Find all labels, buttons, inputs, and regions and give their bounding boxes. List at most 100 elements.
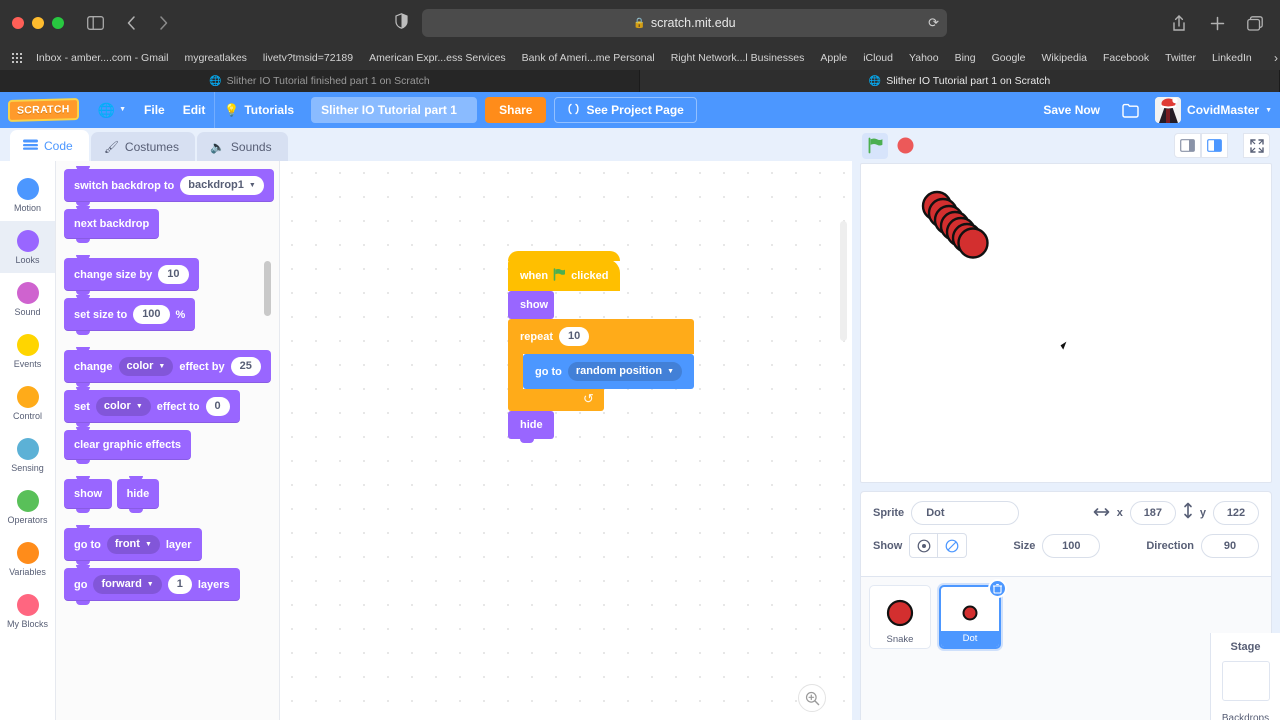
language-selector[interactable]: 🌐 ▼	[89, 92, 135, 128]
browser-tab-active[interactable]: 🌐 Slither IO Tutorial part 1 on Scratch	[640, 70, 1280, 92]
category-sound[interactable]: Sound	[0, 273, 55, 325]
bookmark-item[interactable]: Inbox - amber....com - Gmail	[28, 46, 176, 70]
palette-block-go-to-layer[interactable]: go to front ▼ layer	[64, 525, 202, 565]
sprite-visible-button[interactable]	[909, 533, 939, 558]
tab-sounds[interactable]: 🔈 Sounds	[196, 132, 288, 161]
category-sensing[interactable]: Sensing	[0, 429, 55, 481]
script-stack[interactable]: when clicked show repeat 10 go to random…	[508, 251, 694, 443]
bookmark-item[interactable]: LinkedIn	[1204, 46, 1260, 70]
bookmark-item[interactable]: Facebook	[1095, 46, 1157, 70]
bookmark-item[interactable]: Twitter	[1157, 46, 1204, 70]
block-go-to-random-position[interactable]: go to random position ▼	[523, 354, 694, 389]
address-bar[interactable]: 🔒 scratch.mit.edu ⟳	[422, 9, 947, 37]
back-button[interactable]	[118, 10, 144, 36]
palette-block-go-layers[interactable]: go forward ▼ 1 layers	[64, 565, 240, 605]
close-window-button[interactable]	[12, 17, 24, 29]
bookmark-item[interactable]: livetv?tmsid=72189	[255, 46, 361, 70]
folder-icon[interactable]	[1112, 92, 1149, 128]
direction-input[interactable]: 90	[1201, 533, 1260, 558]
snake-sprite[interactable]	[861, 164, 1272, 483]
menu-edit[interactable]: Edit	[174, 92, 215, 128]
forward-button[interactable]	[150, 10, 176, 36]
zoom-in-icon[interactable]	[798, 684, 826, 712]
bookmark-item[interactable]: Bank of Ameri...me Personal	[514, 46, 663, 70]
palette-scrollbar[interactable]	[264, 261, 271, 316]
bookmark-item[interactable]: iCloud	[855, 46, 901, 70]
bookmark-item[interactable]: Bing	[947, 46, 984, 70]
sprite-card-snake[interactable]: Snake	[869, 585, 931, 649]
sidebar-toggle-icon[interactable]	[82, 10, 108, 36]
palette-block-next-backdrop[interactable]: next backdrop	[64, 206, 160, 243]
stop-button[interactable]	[897, 137, 914, 154]
change-size-value[interactable]: 10	[158, 265, 189, 284]
bookmarks-grid-icon[interactable]	[6, 53, 28, 63]
sprite-name-input[interactable]: Dot	[911, 501, 1020, 525]
palette-block-set-size[interactable]: set size to 100 %	[64, 295, 196, 335]
small-stage-button[interactable]	[1174, 133, 1201, 158]
block-palette[interactable]: switch backdrop to backdrop1 ▼ next back…	[56, 161, 280, 720]
category-looks[interactable]: Looks	[0, 221, 55, 273]
palette-block-change-effect[interactable]: change color ▼ effect by 25	[64, 347, 271, 387]
bookmark-item[interactable]: Yahoo	[901, 46, 947, 70]
effect-dropdown[interactable]: color ▼	[95, 397, 151, 416]
goto-target-dropdown[interactable]: random position ▼	[567, 362, 682, 381]
repeat-value[interactable]: 10	[559, 327, 590, 346]
block-repeat-header[interactable]: repeat 10	[508, 319, 694, 354]
script-canvas[interactable]: when clicked show repeat 10 go to random…	[280, 161, 852, 720]
category-motion[interactable]: Motion	[0, 169, 55, 221]
layer-dropdown[interactable]: front ▼	[106, 535, 160, 554]
large-stage-button[interactable]	[1201, 133, 1228, 158]
bookmarks-overflow-icon[interactable]: ›	[1274, 51, 1278, 65]
nav-arrows[interactable]	[118, 10, 176, 36]
tab-costumes[interactable]: 🖌 Costumes	[90, 132, 195, 161]
change-effect-value[interactable]: 25	[230, 357, 261, 376]
palette-block-show[interactable]: show	[64, 476, 113, 513]
menu-file[interactable]: File	[135, 92, 174, 128]
palette-block-switch-backdrop[interactable]: switch backdrop to backdrop1 ▼	[64, 166, 274, 206]
set-effect-value[interactable]: 0	[205, 397, 230, 416]
size-input[interactable]: 100	[1042, 533, 1101, 558]
bookmark-item[interactable]: Right Network...l Businesses	[663, 46, 813, 70]
direction-dropdown[interactable]: forward ▼	[93, 575, 162, 594]
sprite-hidden-button[interactable]	[938, 533, 968, 558]
window-traffic-lights[interactable]	[12, 17, 64, 29]
account-menu[interactable]: CovidMaster ▼	[1149, 97, 1272, 123]
new-tab-icon[interactable]	[1204, 10, 1230, 36]
bookmark-item[interactable]: mygreatlakes	[176, 46, 254, 70]
trash-icon[interactable]	[988, 579, 1007, 598]
save-now-button[interactable]: Save Now	[1031, 92, 1112, 128]
category-events[interactable]: Events	[0, 325, 55, 377]
project-title-input[interactable]	[311, 97, 478, 123]
palette-block-change-size[interactable]: change size by 10	[64, 255, 199, 295]
browser-tab[interactable]: 🌐 Slither IO Tutorial finished part 1 on…	[0, 70, 640, 92]
stage-backdrop-thumbnail[interactable]	[1221, 661, 1270, 701]
stage-canvas[interactable]	[860, 163, 1272, 483]
block-hide[interactable]: hide	[508, 411, 554, 443]
bookmark-item[interactable]: Wikipedia	[1033, 46, 1095, 70]
y-input[interactable]: 122	[1213, 501, 1259, 525]
see-project-page-button[interactable]: See Project Page	[554, 97, 697, 123]
fullscreen-button[interactable]	[1243, 133, 1270, 158]
green-flag-button[interactable]	[862, 132, 888, 159]
set-size-value[interactable]: 100	[133, 305, 170, 324]
effect-dropdown[interactable]: color ▼	[118, 357, 174, 376]
block-show[interactable]: show	[508, 291, 554, 323]
maximize-window-button[interactable]	[52, 17, 64, 29]
palette-block-clear-effects[interactable]: clear graphic effects	[64, 427, 191, 464]
sprite-card-dot[interactable]: Dot	[939, 579, 1007, 649]
category-my-blocks[interactable]: My Blocks	[0, 585, 55, 637]
palette-block-set-effect[interactable]: set color ▼ effect to 0	[64, 387, 240, 427]
bookmark-item[interactable]: Apple	[812, 46, 855, 70]
tab-overview-icon[interactable]	[1242, 10, 1268, 36]
minimize-window-button[interactable]	[32, 17, 44, 29]
palette-block-hide[interactable]: hide	[116, 476, 160, 513]
backdrop-dropdown[interactable]: backdrop1 ▼	[180, 176, 264, 195]
canvas-vertical-scrollbar[interactable]	[840, 221, 847, 341]
reload-icon[interactable]: ⟳	[928, 15, 939, 31]
category-variables[interactable]: Variables	[0, 533, 55, 585]
x-input[interactable]: 187	[1129, 501, 1176, 525]
menu-tutorials[interactable]: 💡 Tutorials	[215, 92, 303, 128]
share-icon[interactable]	[1166, 10, 1192, 36]
category-operators[interactable]: Operators	[0, 481, 55, 533]
tab-code[interactable]: Code	[10, 130, 89, 161]
